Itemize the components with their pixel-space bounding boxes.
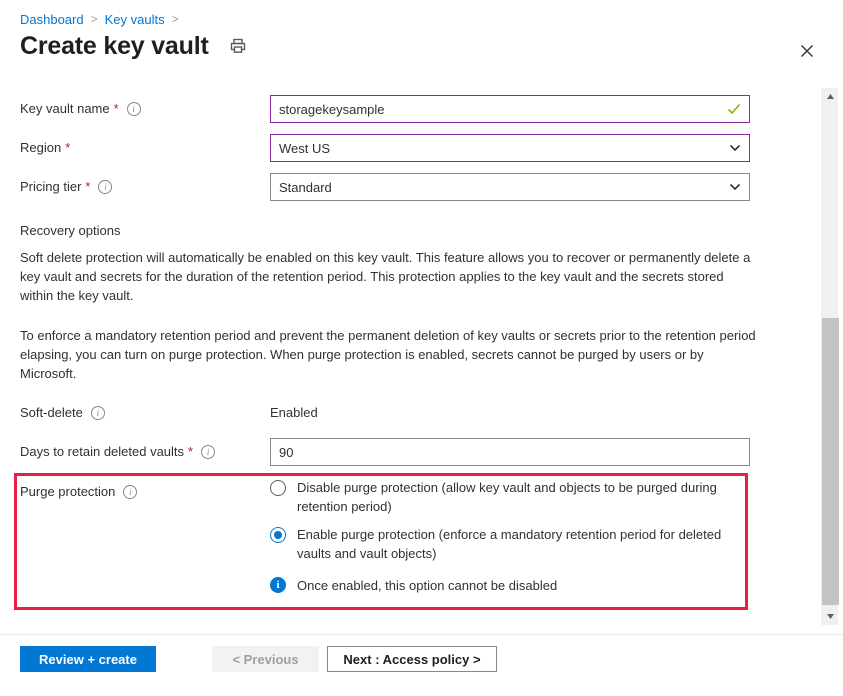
recovery-options-paragraph-2: To enforce a mandatory retention period …: [20, 328, 756, 381]
field-label-text: Pricing tier: [20, 179, 82, 194]
field-label-text: Purge protection: [20, 484, 116, 499]
field-days-to-retain: Days to retain deleted vaults * i: [20, 438, 800, 466]
triangle-down-icon[interactable]: [822, 608, 839, 625]
region-control: West US: [270, 134, 750, 162]
field-label-pricing-tier: Pricing tier * i: [20, 173, 270, 201]
pricing-tier-selected-value: Standard: [279, 179, 332, 195]
field-label-key-vault-name: Key vault name * i: [20, 95, 270, 123]
info-filled-icon: i: [270, 577, 286, 593]
field-label-days-to-retain: Days to retain deleted vaults * i: [20, 438, 270, 466]
required-marker: *: [188, 444, 194, 459]
info-icon[interactable]: i: [90, 406, 105, 420]
scrollbar-thumb[interactable]: [822, 318, 839, 605]
radio-disable-purge-protection[interactable]: Disable purge protection (allow key vaul…: [270, 478, 750, 516]
vertical-scrollbar[interactable]: [821, 88, 839, 625]
recovery-options-heading: Recovery options: [20, 223, 121, 238]
review-create-button[interactable]: Review + create: [20, 646, 156, 672]
form-scroll-area: Key vault name * i Region * West US: [0, 85, 820, 625]
footer-bar: Review + create < Previous Next : Access…: [0, 634, 843, 696]
field-label-soft-delete: Soft-delete i: [20, 399, 270, 427]
radio-label-disable-purge-protection: Disable purge protection (allow key vaul…: [297, 480, 717, 514]
field-label-purge-protection: Purge protection i: [20, 478, 270, 506]
key-vault-name-input[interactable]: [270, 95, 750, 123]
page-title: Create key vault: [20, 32, 209, 60]
close-icon[interactable]: [797, 41, 817, 61]
soft-delete-control: Enabled: [270, 399, 750, 427]
breadcrumb-separator-icon: >: [171, 12, 179, 26]
key-vault-name-control: [270, 95, 750, 123]
triangle-up-icon[interactable]: [822, 88, 839, 105]
info-icon[interactable]: i: [201, 445, 216, 459]
purge-protection-note-text: Once enabled, this option cannot be disa…: [297, 578, 558, 593]
breadcrumb: Dashboard > Key vaults >: [20, 10, 186, 28]
field-label-region: Region *: [20, 134, 270, 162]
field-label-text: Days to retain deleted vaults: [20, 444, 185, 459]
field-label-text: Key vault name: [20, 101, 110, 116]
pricing-tier-control: Standard: [270, 173, 750, 201]
field-purge-protection: Purge protection i Disable purge protect…: [20, 478, 800, 595]
field-key-vault-name: Key vault name * i: [20, 95, 800, 123]
radio-mark-unselected-icon: [270, 480, 286, 496]
chevron-down-icon: [729, 181, 741, 193]
field-soft-delete: Soft-delete i Enabled: [20, 399, 800, 427]
field-label-text: Soft-delete: [20, 405, 83, 420]
required-marker: *: [85, 179, 91, 194]
radio-label-enable-purge-protection: Enable purge protection (enforce a manda…: [297, 527, 722, 561]
purge-protection-note: i Once enabled, this option cannot be di…: [270, 576, 750, 595]
purge-protection-control: Disable purge protection (allow key vaul…: [270, 478, 750, 595]
radio-mark-selected-icon: [270, 527, 286, 543]
days-to-retain-control: [270, 438, 750, 466]
title-row: Create key vault: [20, 30, 249, 62]
info-icon[interactable]: i: [123, 485, 138, 499]
recovery-options-paragraph-1: Soft delete protection will automaticall…: [20, 250, 751, 303]
chevron-down-icon: [729, 142, 741, 154]
region-selected-value: West US: [279, 140, 331, 156]
required-marker: *: [113, 101, 119, 116]
soft-delete-value: Enabled: [270, 405, 318, 420]
next-access-policy-button[interactable]: Next : Access policy >: [327, 646, 497, 672]
breadcrumb-item-dashboard[interactable]: Dashboard: [20, 12, 84, 27]
pricing-tier-select[interactable]: Standard: [270, 173, 750, 201]
radio-enable-purge-protection[interactable]: Enable purge protection (enforce a manda…: [270, 525, 750, 563]
field-label-text: Region: [20, 140, 62, 155]
printer-icon[interactable]: [227, 35, 249, 57]
required-marker: *: [65, 140, 71, 155]
info-icon[interactable]: i: [98, 180, 113, 194]
breadcrumb-separator-icon: >: [90, 12, 98, 26]
previous-button: < Previous: [212, 646, 319, 672]
region-select[interactable]: West US: [270, 134, 750, 162]
info-icon[interactable]: i: [126, 102, 141, 116]
purge-protection-radio-group: Disable purge protection (allow key vaul…: [270, 478, 750, 595]
days-to-retain-input[interactable]: [270, 438, 750, 466]
field-region: Region * West US: [20, 134, 800, 162]
field-pricing-tier: Pricing tier * i Standard: [20, 173, 800, 201]
breadcrumb-item-key-vaults[interactable]: Key vaults: [105, 12, 165, 27]
